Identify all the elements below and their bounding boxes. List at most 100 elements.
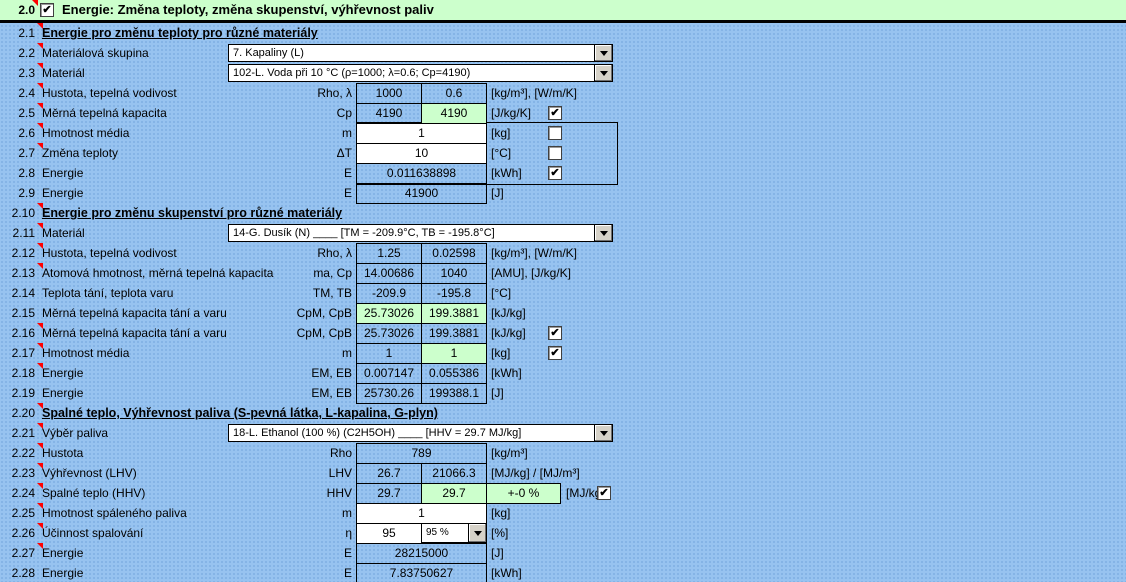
value-cell[interactable]: 26.7	[356, 463, 422, 484]
value-cell[interactable]: 21066.3	[421, 463, 487, 484]
symbol-label: CpM, CpB	[230, 303, 352, 323]
value-cell[interactable]: 25730.26	[356, 383, 422, 404]
row-2-9: 2.9 Energie E 41900 [J]	[0, 183, 1126, 203]
value-cell[interactable]: 1000	[356, 83, 422, 104]
value-cell[interactable]: 1	[356, 343, 422, 364]
unit-label: [kJ/kg]	[491, 323, 526, 343]
checkbox-2-7[interactable]	[548, 146, 562, 160]
row-number: 2.26	[0, 523, 35, 543]
material-group-dropdown[interactable]: 7. Kapaliny (L)	[228, 44, 613, 62]
row-number: 2.4	[0, 83, 35, 103]
value-cell[interactable]: 7.83750627	[356, 563, 487, 582]
state-change-material-dropdown[interactable]: 14-G. Dusík (N) ____ [TM = -209.9°C, TB …	[228, 224, 613, 242]
value-cell[interactable]: 4190	[356, 103, 422, 124]
row-2-12: 2.12 Hustota, tepelná vodivost Rho, λ 1.…	[0, 243, 1126, 263]
value-cell[interactable]: 28215000	[356, 543, 487, 564]
row-number: 2.6	[0, 123, 35, 143]
row-label: Měrná tepelná kapacita tání a varu	[42, 323, 227, 343]
value-cell[interactable]: -195.8	[421, 283, 487, 304]
value-cell[interactable]: 29.7	[421, 483, 487, 504]
dropdown-button[interactable]	[594, 65, 612, 81]
value-cell[interactable]: 789	[356, 443, 487, 464]
row-2-8: 2.8 Energie E 0.011638898 [kWh] ✔	[0, 163, 1126, 183]
section-title: Energie pro změnu skupenství pro různé m…	[42, 203, 342, 223]
delta-t-input-cell[interactable]: 10	[356, 143, 487, 164]
row-number: 2.23	[0, 463, 35, 483]
dropdown-button[interactable]	[594, 225, 612, 241]
value-cell[interactable]: 0.055386	[421, 363, 487, 384]
dropdown-value: 18-L. Ethanol (100 %) (C2H5OH) ____ [HHV…	[229, 425, 594, 441]
row-label: Hmotnost spáleného paliva	[42, 503, 187, 523]
checkbox-2-6[interactable]	[548, 126, 562, 140]
value-cell[interactable]: -209.9	[356, 283, 422, 304]
row-number: 2.24	[0, 483, 35, 503]
value-cell[interactable]: 199.3881	[421, 303, 487, 324]
value-cell[interactable]: 1.25	[356, 243, 422, 264]
unit-label: [kg]	[491, 503, 510, 523]
row-label: Materiál	[42, 63, 85, 83]
deviation-cell[interactable]: +-0 %	[486, 483, 561, 504]
value-cell[interactable]: 25.73026	[356, 323, 422, 344]
material-dropdown[interactable]: 102-L. Voda při 10 °C (ρ=1000; λ=0.6; Cp…	[228, 64, 613, 82]
unit-label: [kg]	[491, 123, 510, 143]
efficiency-dropdown[interactable]: 95 %	[421, 523, 487, 543]
value-cell[interactable]: 1	[421, 343, 487, 364]
row-number: 2.16	[0, 323, 35, 343]
value-cell[interactable]: 199.3881	[421, 323, 487, 344]
row-2-11: 2.11 Materiál 14-G. Dusík (N) ____ [TM =…	[0, 223, 1126, 243]
row-2-13: 2.13 Atomová hmotnost, měrná tepelná kap…	[0, 263, 1126, 283]
row-label: Spalné teplo (HHV)	[42, 483, 145, 503]
row-number: 2.8	[0, 163, 35, 183]
value-cell[interactable]: 0.6	[421, 83, 487, 104]
value-cell[interactable]: 29.7	[356, 483, 422, 504]
value-cell[interactable]: 0.02598	[421, 243, 487, 264]
row-2-10: 2.10 Energie pro změnu skupenství pro rů…	[0, 203, 1126, 223]
row-2-5: 2.5 Měrná tepelná kapacita Cp 4190 4190 …	[0, 103, 1126, 123]
row-number: 2.22	[0, 443, 35, 463]
dropdown-button[interactable]	[594, 425, 612, 441]
dropdown-button[interactable]	[468, 524, 486, 542]
unit-label: [AMU], [J/kg/K]	[491, 263, 571, 283]
row-number: 2.28	[0, 563, 35, 582]
checkbox-2-24[interactable]: ✔	[597, 486, 611, 500]
checkbox-2-16[interactable]: ✔	[548, 326, 562, 340]
dropdown-button[interactable]	[594, 45, 612, 61]
row-label: Hustota, tepelná vodivost	[42, 83, 177, 103]
symbol-label: η	[230, 523, 352, 543]
row-number: 2.13	[0, 263, 35, 283]
checkbox-2-5[interactable]: ✔	[548, 106, 562, 120]
symbol-label: EM, EB	[230, 363, 352, 383]
row-number: 2.12	[0, 243, 35, 263]
row-number: 2.10	[0, 203, 35, 223]
value-cell[interactable]: 14.00686	[356, 263, 422, 284]
value-cell[interactable]: 199388.1	[421, 383, 487, 404]
fuel-mass-input-cell[interactable]: 1	[356, 503, 487, 524]
row-label: Energie	[42, 543, 83, 563]
fuel-dropdown[interactable]: 18-L. Ethanol (100 %) (C2H5OH) ____ [HHV…	[228, 424, 613, 442]
symbol-label: HHV	[230, 483, 352, 503]
symbol-label: Rho	[230, 443, 352, 463]
mass-input-cell[interactable]: 1	[356, 123, 487, 144]
row-2-3: 2.3 Materiál 102-L. Voda při 10 °C (ρ=10…	[0, 63, 1126, 83]
value-cell[interactable]: 41900	[356, 183, 487, 204]
value-cell[interactable]: 0.007147	[356, 363, 422, 384]
row-label: Hmotnost média	[42, 343, 129, 363]
value-cell[interactable]: 25.73026	[356, 303, 422, 324]
row-2-20: 2.20 Spalné teplo, Výhřevnost paliva (S-…	[0, 403, 1126, 423]
symbol-label: E	[230, 183, 352, 203]
row-label: Měrná tepelná kapacita tání a varu	[42, 303, 227, 323]
checkbox-2-17[interactable]: ✔	[548, 346, 562, 360]
row-label: Energie	[42, 163, 83, 183]
value-cell[interactable]: 4190	[421, 103, 487, 124]
value-cell[interactable]: 1040	[421, 263, 487, 284]
section-enable-checkbox[interactable]: ✔	[40, 3, 54, 17]
symbol-label: E	[230, 543, 352, 563]
efficiency-input-cell[interactable]: 95	[356, 523, 422, 544]
symbol-label: ΔT	[230, 143, 352, 163]
unit-label: [kg/m³], [W/m/K]	[491, 243, 577, 263]
page-title: Energie: Změna teploty, změna skupenství…	[62, 0, 434, 20]
checkbox-2-8[interactable]: ✔	[548, 166, 562, 180]
symbol-label: Rho, λ	[230, 243, 352, 263]
value-cell[interactable]: 0.011638898	[356, 163, 487, 184]
row-label: Hmotnost média	[42, 123, 129, 143]
